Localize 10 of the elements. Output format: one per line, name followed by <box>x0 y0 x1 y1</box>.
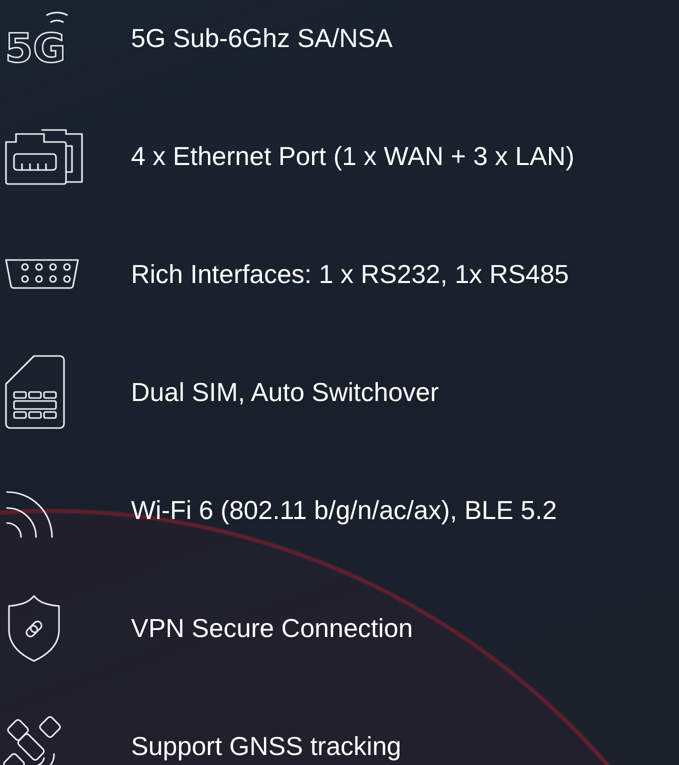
feature-text: Dual SIM, Auto Switchover <box>131 376 439 408</box>
feature-text: Support GNSS tracking <box>131 730 402 762</box>
feature-text: VPN Secure Connection <box>131 612 413 644</box>
feature-text: Rich Interfaces: 1 x RS232, 1x RS485 <box>131 258 569 290</box>
ethernet-port-icon <box>4 126 84 186</box>
feature-text: Wi-Fi 6 (802.11 b/g/n/ac/ax), BLE 5.2 <box>131 494 557 526</box>
serial-port-icon <box>4 258 80 290</box>
feature-text: 5G Sub-6Ghz SA/NSA <box>131 22 393 54</box>
feature-text: 4 x Ethernet Port (1 x WAN + 3 x LAN) <box>131 140 574 172</box>
sim-card-icon <box>4 354 66 430</box>
